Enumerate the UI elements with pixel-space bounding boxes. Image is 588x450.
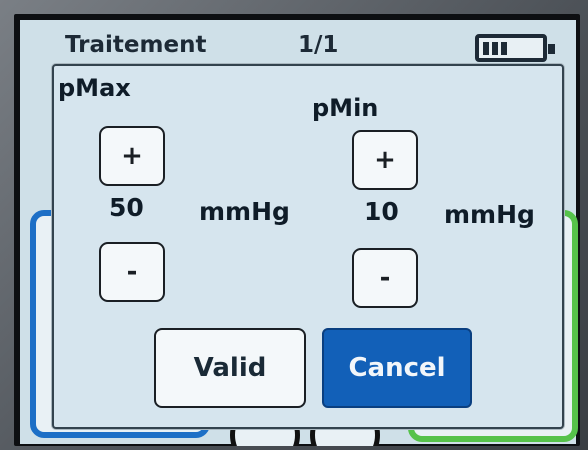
minus-icon: -: [379, 263, 391, 293]
cancel-button[interactable]: Cancel: [322, 328, 472, 408]
pmax-unit: mmHg: [199, 197, 290, 226]
pmax-value: 50: [109, 193, 144, 222]
pmin-value: 10: [364, 197, 399, 226]
pmax-label: pMax: [58, 74, 131, 102]
screen-title: Traitement: [65, 32, 207, 58]
plus-icon: +: [374, 145, 396, 175]
pmax-decrease-button[interactable]: -: [99, 242, 165, 302]
page-indicator: 1/1: [298, 32, 339, 58]
pmin-label: pMin: [312, 94, 379, 122]
pmin-unit: mmHg: [444, 200, 535, 229]
device-screen: Traitement 1/1 pMax + 50 mmHg - pMin + 1…: [14, 14, 580, 446]
pmin-decrease-button[interactable]: -: [352, 248, 418, 308]
minus-icon: -: [126, 257, 138, 287]
pmax-increase-button[interactable]: +: [99, 126, 165, 186]
valid-button[interactable]: Valid: [154, 328, 306, 408]
pmin-increase-button[interactable]: +: [352, 130, 418, 190]
battery-icon: [475, 34, 555, 62]
pressure-dialog: pMax + 50 mmHg - pMin + 10 mmHg - Valid …: [52, 64, 564, 429]
plus-icon: +: [121, 141, 143, 171]
